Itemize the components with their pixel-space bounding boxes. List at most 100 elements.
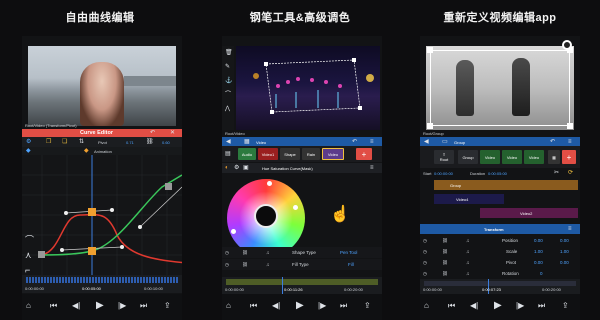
rotation-value[interactable]: 0 (540, 271, 543, 276)
rotation-row[interactable]: ◷ ⛓ ♫ Rotation 0 (420, 268, 580, 279)
scale-row[interactable]: ◷ ⛓ ♫ Scale 1.00 1.00 (420, 246, 580, 257)
back-icon[interactable]: ◀ (424, 139, 429, 145)
pivot-x-value[interactable]: 0.71 (126, 140, 134, 145)
link-icon[interactable]: ⛓ (442, 249, 448, 255)
step-forward-icon[interactable]: |▶ (318, 302, 326, 310)
skip-start-icon[interactable]: ⏮ (250, 302, 257, 310)
skip-end-icon[interactable]: ⏭ (538, 302, 545, 310)
home-icon[interactable]: ⌂ (424, 302, 429, 310)
color-wheel-icon[interactable]: ◐ (225, 165, 229, 171)
home-icon[interactable]: ⌂ (26, 302, 31, 310)
track-video4[interactable]: Video4 (434, 194, 504, 204)
flip-icon[interactable]: ⇅ (79, 139, 84, 145)
menu-icon[interactable]: ≡ (568, 139, 572, 145)
tab-rain[interactable]: Rain (302, 148, 320, 160)
home-icon[interactable]: ⌂ (226, 302, 231, 310)
link-icon[interactable]: ⛓ (242, 262, 248, 268)
back-icon[interactable]: ◀ (226, 139, 231, 145)
pivot-row[interactable]: ◷ ⛓ ♫ Pivot 0.00 0.00 (420, 257, 580, 268)
hue-wheel[interactable] (227, 179, 305, 257)
keyframe-icon[interactable]: ◷ (423, 260, 427, 266)
pen-tool-icon[interactable]: ✎ (225, 64, 230, 70)
curve-point-icon[interactable]: ⌒ (225, 92, 231, 98)
chip-video-2[interactable]: Video (502, 150, 522, 164)
position-row[interactable]: ◷ ⛓ ♫ Position 0.00 0.00 (420, 235, 580, 246)
step-forward-icon[interactable]: |▶ (516, 302, 524, 310)
ease-out-icon[interactable]: ⋏ (25, 251, 32, 260)
keyframe-icon[interactable]: ◷ (423, 249, 427, 255)
hue-point[interactable] (267, 181, 272, 186)
rotate-handle-icon[interactable] (562, 40, 572, 50)
undo-icon[interactable]: ↶ (352, 139, 357, 145)
tab-video1[interactable]: Video1 (258, 148, 278, 160)
track-video2[interactable]: Video2 (480, 208, 578, 218)
music-icon[interactable]: ♫ (466, 238, 469, 243)
video-icon[interactable]: ▦ (244, 139, 250, 145)
music-icon[interactable]: ♫ (466, 249, 469, 254)
ease-in-icon[interactable]: ⌒ (25, 236, 34, 245)
fill-type-row[interactable]: ◷ ⛓ ♫ Fill Type Fill (222, 259, 382, 270)
step-forward-icon[interactable]: |▶ (118, 302, 126, 310)
music-icon[interactable]: ♫ (266, 250, 269, 255)
undo-icon[interactable]: ↶ (150, 130, 155, 136)
step-back-icon[interactable]: ◀| (72, 302, 80, 310)
loop-icon[interactable]: ⟳ (568, 170, 573, 176)
position-y[interactable]: 0.00 (560, 238, 569, 243)
add-layer-button[interactable]: + (562, 150, 576, 164)
pivot-y[interactable]: 0.00 (560, 260, 569, 265)
hue-point[interactable] (293, 205, 298, 210)
tab-video[interactable]: Video (322, 148, 344, 160)
skip-start-icon[interactable]: ⏮ (50, 302, 57, 310)
fill-type-value[interactable]: Fill (348, 262, 354, 267)
curve-graph[interactable] (22, 155, 182, 275)
step-back-icon[interactable]: ◀| (470, 302, 478, 310)
hue-point[interactable] (231, 229, 236, 234)
resize-handle[interactable] (567, 123, 573, 129)
scale-x[interactable]: 1.00 (534, 249, 543, 254)
music-icon[interactable]: ♫ (466, 271, 469, 276)
skip-start-icon[interactable]: ⏮ (448, 302, 455, 310)
play-icon[interactable]: ▶ (296, 301, 304, 311)
copy-icon[interactable]: ❐ (46, 139, 51, 145)
play-icon[interactable]: ▶ (494, 301, 502, 311)
linear-icon[interactable]: ⌐ (25, 266, 30, 275)
export-icon[interactable]: ⇪ (364, 302, 371, 310)
export-icon[interactable]: ⇪ (562, 302, 569, 310)
link-icon[interactable]: ⛓ (442, 238, 448, 244)
tab-shape[interactable]: Shape (280, 148, 300, 160)
duration-value[interactable]: 0:00:05:00 (488, 171, 507, 176)
playhead[interactable] (282, 277, 283, 294)
trash-icon[interactable]: 🗑 (225, 50, 233, 56)
scale-y[interactable]: 1.00 (560, 249, 569, 254)
folder-icon[interactable]: ▭ (442, 139, 448, 145)
pen-mask-path[interactable] (236, 46, 380, 130)
corner-point-icon[interactable]: ⋀ (225, 106, 230, 112)
keyframe-icon[interactable]: ◆ (26, 148, 31, 154)
keyframe-icon[interactable]: ◷ (225, 262, 229, 268)
pivot-x[interactable]: 0.00 (534, 260, 543, 265)
skip-end-icon[interactable]: ⏭ (140, 302, 147, 310)
skip-end-icon[interactable]: ⏭ (340, 302, 347, 310)
position-x[interactable]: 0.00 (534, 238, 543, 243)
grid-button[interactable]: ▦ (548, 150, 560, 164)
link-icon[interactable]: ⛓ (242, 250, 248, 256)
keyframe-icon[interactable]: ◷ (423, 271, 427, 277)
selection-box[interactable] (430, 50, 570, 126)
play-icon[interactable]: ▶ (96, 301, 104, 311)
chip-group[interactable]: Group (458, 150, 478, 164)
link-icon[interactable]: ⛓ (146, 139, 154, 145)
shape-type-value[interactable]: Pen Tool (340, 250, 357, 255)
grid-icon[interactable]: ▤ (225, 151, 231, 157)
track-group[interactable]: Group (434, 180, 578, 190)
link-icon[interactable]: ⛓ (442, 260, 448, 266)
undo-icon[interactable]: ↶ (550, 139, 555, 145)
close-icon[interactable]: ✕ (170, 130, 175, 136)
split-icon[interactable]: ✂ (554, 170, 559, 176)
add-layer-button[interactable]: + (356, 148, 372, 160)
chip-video-1[interactable]: Video (480, 150, 500, 164)
pivot-y-value[interactable]: 0.60 (162, 140, 170, 145)
menu-icon[interactable]: ≡ (568, 226, 572, 232)
resize-handle[interactable] (427, 123, 433, 129)
settings-icon[interactable]: ⚙ (26, 139, 31, 145)
keyframe-icon[interactable]: ◷ (225, 250, 229, 256)
